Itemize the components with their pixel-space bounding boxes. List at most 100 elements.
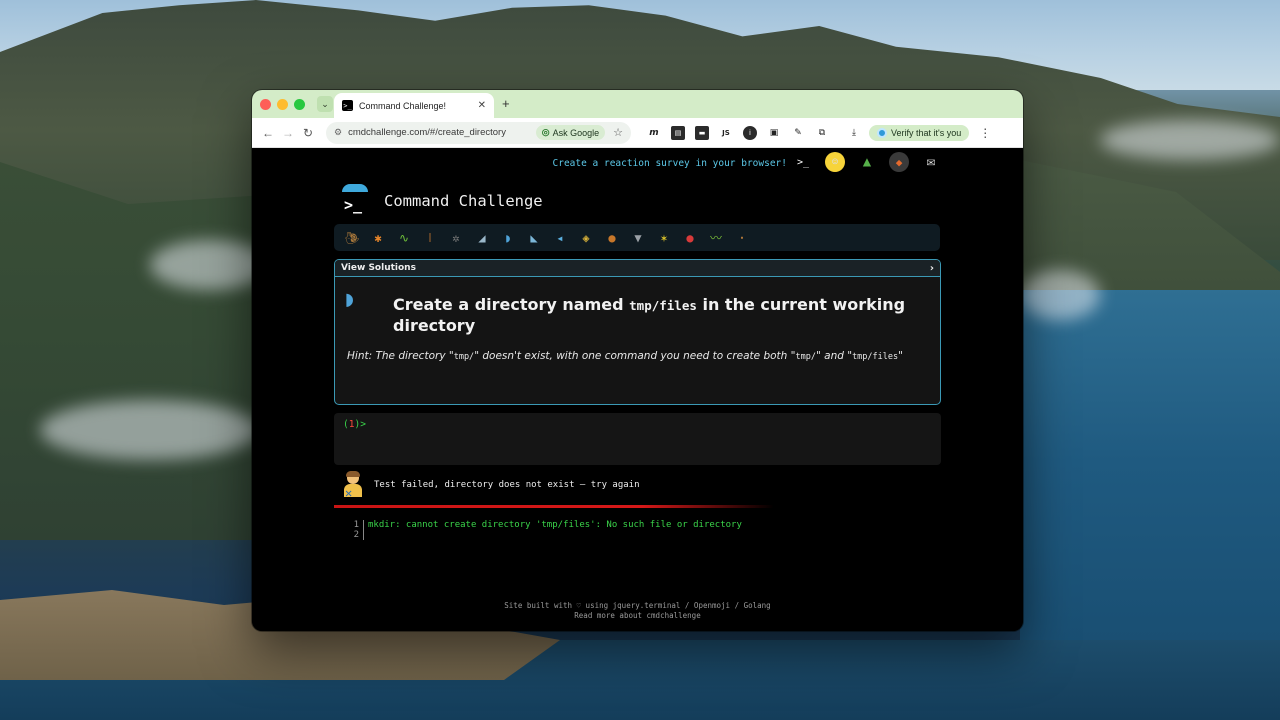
google-lens-icon: ◎ xyxy=(541,127,550,137)
person-gesturing-no-icon: ✕ xyxy=(342,471,364,500)
title-prefix: Create a directory named xyxy=(393,295,624,314)
read-more-link[interactable]: Read more about cmdchallenge xyxy=(252,611,1023,621)
hint-code: tmp/ xyxy=(453,352,475,362)
hint-text: " doesn't exist, with one command you ne… xyxy=(474,350,796,362)
ladybug-icon[interactable]: ● xyxy=(680,229,700,247)
tropical-fish-icon[interactable]: ◈ xyxy=(576,229,596,247)
promo-text[interactable]: Create a reaction survey in your browser… xyxy=(553,158,788,169)
hint-code: tmp/files xyxy=(852,352,899,362)
hint-text: " and " xyxy=(815,350,853,362)
output-line: 1 mkdir: cannot create directory 'tmp/fi… xyxy=(352,520,742,530)
view-solutions-toggle[interactable]: View Solutions › xyxy=(335,260,940,277)
extension-reader-icon[interactable]: ▣ xyxy=(767,126,781,140)
snail-icon[interactable]: 🐌︎ xyxy=(342,229,362,247)
mail-icon[interactable]: ✉ xyxy=(921,152,941,172)
brand[interactable]: >_ Command Challenge xyxy=(338,184,543,218)
wallpaper-fog xyxy=(1100,120,1280,160)
extensions-puzzle-icon[interactable]: ⧉ xyxy=(815,126,829,140)
site-footer: Site built with ♡ using jquery.terminal … xyxy=(252,601,1023,621)
fish-icon[interactable]: ◂ xyxy=(550,229,570,247)
new-tab-button[interactable]: + xyxy=(502,96,510,111)
terminal-icon[interactable]: >_ xyxy=(793,152,813,172)
bug-icon[interactable]: ǀ xyxy=(420,229,440,247)
hint-text: Hint: The directory " xyxy=(347,350,454,362)
forward-arrow-icon[interactable]: → xyxy=(278,126,298,140)
tab-close-icon[interactable]: ✕ xyxy=(478,100,486,111)
ask-google-button[interactable]: ◎ Ask Google xyxy=(535,125,606,140)
error-divider xyxy=(334,505,774,508)
promo-link[interactable]: Create a reaction survey in your browser… xyxy=(553,158,788,169)
tab-command-challenge[interactable]: >_ Command Challenge! ✕ xyxy=(334,93,494,118)
terminal-favicon-icon: >_ xyxy=(342,100,353,111)
whale-icon: ◗ xyxy=(343,287,357,312)
butterfly-icon[interactable]: ✱ xyxy=(368,229,388,247)
tab-title: Command Challenge! xyxy=(359,100,447,111)
view-solutions-label: View Solutions xyxy=(341,263,416,273)
extension-eyedropper-icon[interactable]: ✎ xyxy=(791,126,805,140)
page-title: Command Challenge xyxy=(384,192,543,210)
tab-search-chevron-icon[interactable]: ⌄ xyxy=(317,96,333,112)
terminal-input[interactable]: (1)> xyxy=(334,413,941,465)
extensions-area: m ▤ ▬ JS i ▣ ✎ ⧉ ⤓ xyxy=(647,125,861,140)
line-number: 2 xyxy=(352,530,364,540)
challenge-list: 🐌︎ ✱ ∿ ǀ ✲ ◢ ◗ ◣ ◂ ◈ ● ▼ ✶ ● 〰 ꞏ xyxy=(334,224,940,251)
extension-terminal-icon[interactable]: ▬ xyxy=(695,125,709,140)
extension-calendar-icon[interactable]: ▤ xyxy=(671,125,685,140)
verify-label: Verify that it's you xyxy=(891,127,962,138)
chevron-right-icon: › xyxy=(929,262,934,274)
page-content: Create a reaction survey in your browser… xyxy=(252,148,1023,631)
back-arrow-icon[interactable]: ← xyxy=(258,126,278,140)
wolf-icon[interactable]: ▼ xyxy=(628,229,648,247)
challenge-card: View Solutions › ◗ Create a directory na… xyxy=(334,259,941,405)
download-icon[interactable]: ⤓ xyxy=(847,126,861,140)
extension-js-icon[interactable]: JS xyxy=(719,126,733,140)
challenge-title: Create a directory named tmp/files in th… xyxy=(393,295,930,336)
logo-icon: >_ xyxy=(338,184,370,218)
whale-icon[interactable]: ◗ xyxy=(498,229,518,247)
turtle-icon[interactable]: ● xyxy=(602,229,622,247)
url-text[interactable]: cmdchallenge.com/#/create_directory xyxy=(348,127,536,138)
terminal-prompt: (1)> xyxy=(343,419,366,430)
maximize-window-button[interactable] xyxy=(294,98,305,110)
wallpaper-fog xyxy=(40,400,260,460)
address-bar[interactable]: ⚙ cmdchallenge.com/#/create_directory ◎ … xyxy=(326,121,631,144)
emoji-face-icon[interactable]: ☺ xyxy=(825,152,845,172)
minimize-window-button[interactable] xyxy=(277,98,288,110)
gitlab-icon[interactable]: ◆ xyxy=(889,152,909,172)
shark-icon[interactable]: ◢ xyxy=(472,229,492,247)
browser-menu-icon[interactable]: ⋮ xyxy=(979,126,991,140)
extension-m-icon[interactable]: m xyxy=(647,126,661,140)
ask-google-label: Ask Google xyxy=(552,127,600,138)
header-icons: >_ ☺ ▲ ◆ ✉ xyxy=(793,152,941,172)
line-number: 1 xyxy=(352,520,364,530)
command-output: 1 mkdir: cannot create directory 'tmp/fi… xyxy=(352,520,742,540)
extension-info-icon[interactable]: i xyxy=(743,125,757,140)
tab-bar: ⌄ >_ Command Challenge! ✕ + xyxy=(252,90,1023,118)
challenge-description: ◗ Create a directory named tmp/files in … xyxy=(335,277,940,372)
close-window-button[interactable] xyxy=(260,98,271,110)
result-message: Test failed, directory does not exist – … xyxy=(374,480,640,490)
browser-window: ⌄ >_ Command Challenge! ✕ + ← → ↻ ⚙ cmdc… xyxy=(252,90,1023,631)
profile-avatar-icon xyxy=(877,127,887,138)
test-result: ✕ Test failed, directory does not exist … xyxy=(342,471,640,500)
hint-code: tmp/ xyxy=(795,352,816,362)
hint-text: " xyxy=(898,350,903,362)
challenge-hint: Hint: The directory "tmp/" doesn't exist… xyxy=(347,350,930,364)
browser-toolbar: ← → ↻ ⚙ cmdchallenge.com/#/create_direct… xyxy=(252,118,1023,148)
dolphin-icon[interactable]: ◣ xyxy=(524,229,544,247)
gear-bug-icon[interactable]: ✲ xyxy=(446,229,466,247)
ant-icon[interactable]: ꞏ xyxy=(732,229,752,247)
bee-icon[interactable]: ✶ xyxy=(654,229,674,247)
verify-identity-button[interactable]: Verify that it's you xyxy=(869,124,970,141)
output-text: mkdir: cannot create directory 'tmp/file… xyxy=(368,520,742,530)
footer-credits: Site built with ♡ using jquery.terminal … xyxy=(504,601,771,610)
bookmark-star-icon[interactable]: ☆ xyxy=(613,126,623,139)
caterpillar-icon[interactable]: ∿ xyxy=(394,229,414,247)
tree-icon[interactable]: ▲ xyxy=(857,152,877,172)
reload-icon[interactable]: ↻ xyxy=(298,126,318,140)
wallpaper-fog xyxy=(1020,270,1100,320)
site-settings-icon[interactable]: ⚙ xyxy=(334,127,342,138)
window-controls xyxy=(260,98,305,110)
worm-icon[interactable]: 〰 xyxy=(706,229,726,247)
